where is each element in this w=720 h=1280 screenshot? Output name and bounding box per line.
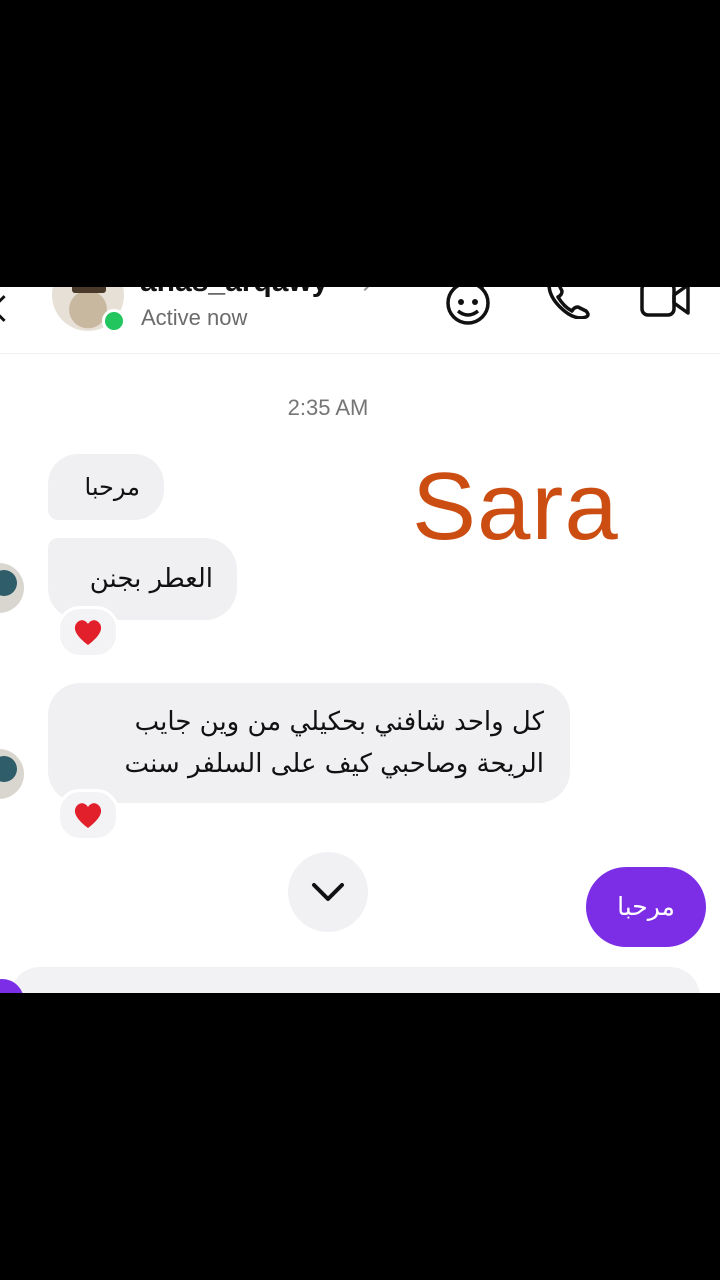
heart-reaction[interactable] — [57, 789, 119, 841]
heart-icon — [74, 620, 102, 645]
message-bubble[interactable]: مرحبا — [48, 454, 164, 520]
composer-bar[interactable] — [10, 967, 700, 993]
username[interactable]: anas_arqawy — [140, 287, 328, 299]
sticker-face-icon[interactable] — [444, 287, 496, 327]
back-arrow-icon[interactable] — [0, 295, 17, 322]
outgoing-message-bubble[interactable]: مرحبا — [586, 867, 706, 947]
heart-reaction[interactable] — [57, 606, 119, 658]
message-timestamp: 2:35 AM — [287, 395, 369, 420]
profile-avatar[interactable] — [52, 287, 126, 333]
video-icon[interactable] — [638, 287, 694, 319]
chat-header: anas_arqawy Active now — [0, 287, 720, 354]
heart-icon — [74, 803, 102, 828]
message-composer[interactable] — [0, 967, 720, 993]
watermark-text: Sara — [412, 453, 619, 560]
sender-avatar[interactable] — [0, 749, 24, 799]
presence-dot — [102, 309, 126, 333]
message-bubble[interactable]: كل واحد شافني بحكيلي من وين جايب الريحة … — [48, 683, 570, 803]
chevron-right-icon — [357, 287, 373, 292]
chevron-down-icon — [312, 883, 344, 901]
chat-screen: anas_arqawy Active now 2:35 AM Sara مرحب… — [0, 287, 720, 993]
sender-avatar[interactable] — [0, 563, 24, 613]
active-status: Active now — [141, 305, 248, 330]
scroll-to-bottom-button[interactable] — [288, 852, 368, 932]
phone-icon[interactable] — [544, 287, 592, 319]
